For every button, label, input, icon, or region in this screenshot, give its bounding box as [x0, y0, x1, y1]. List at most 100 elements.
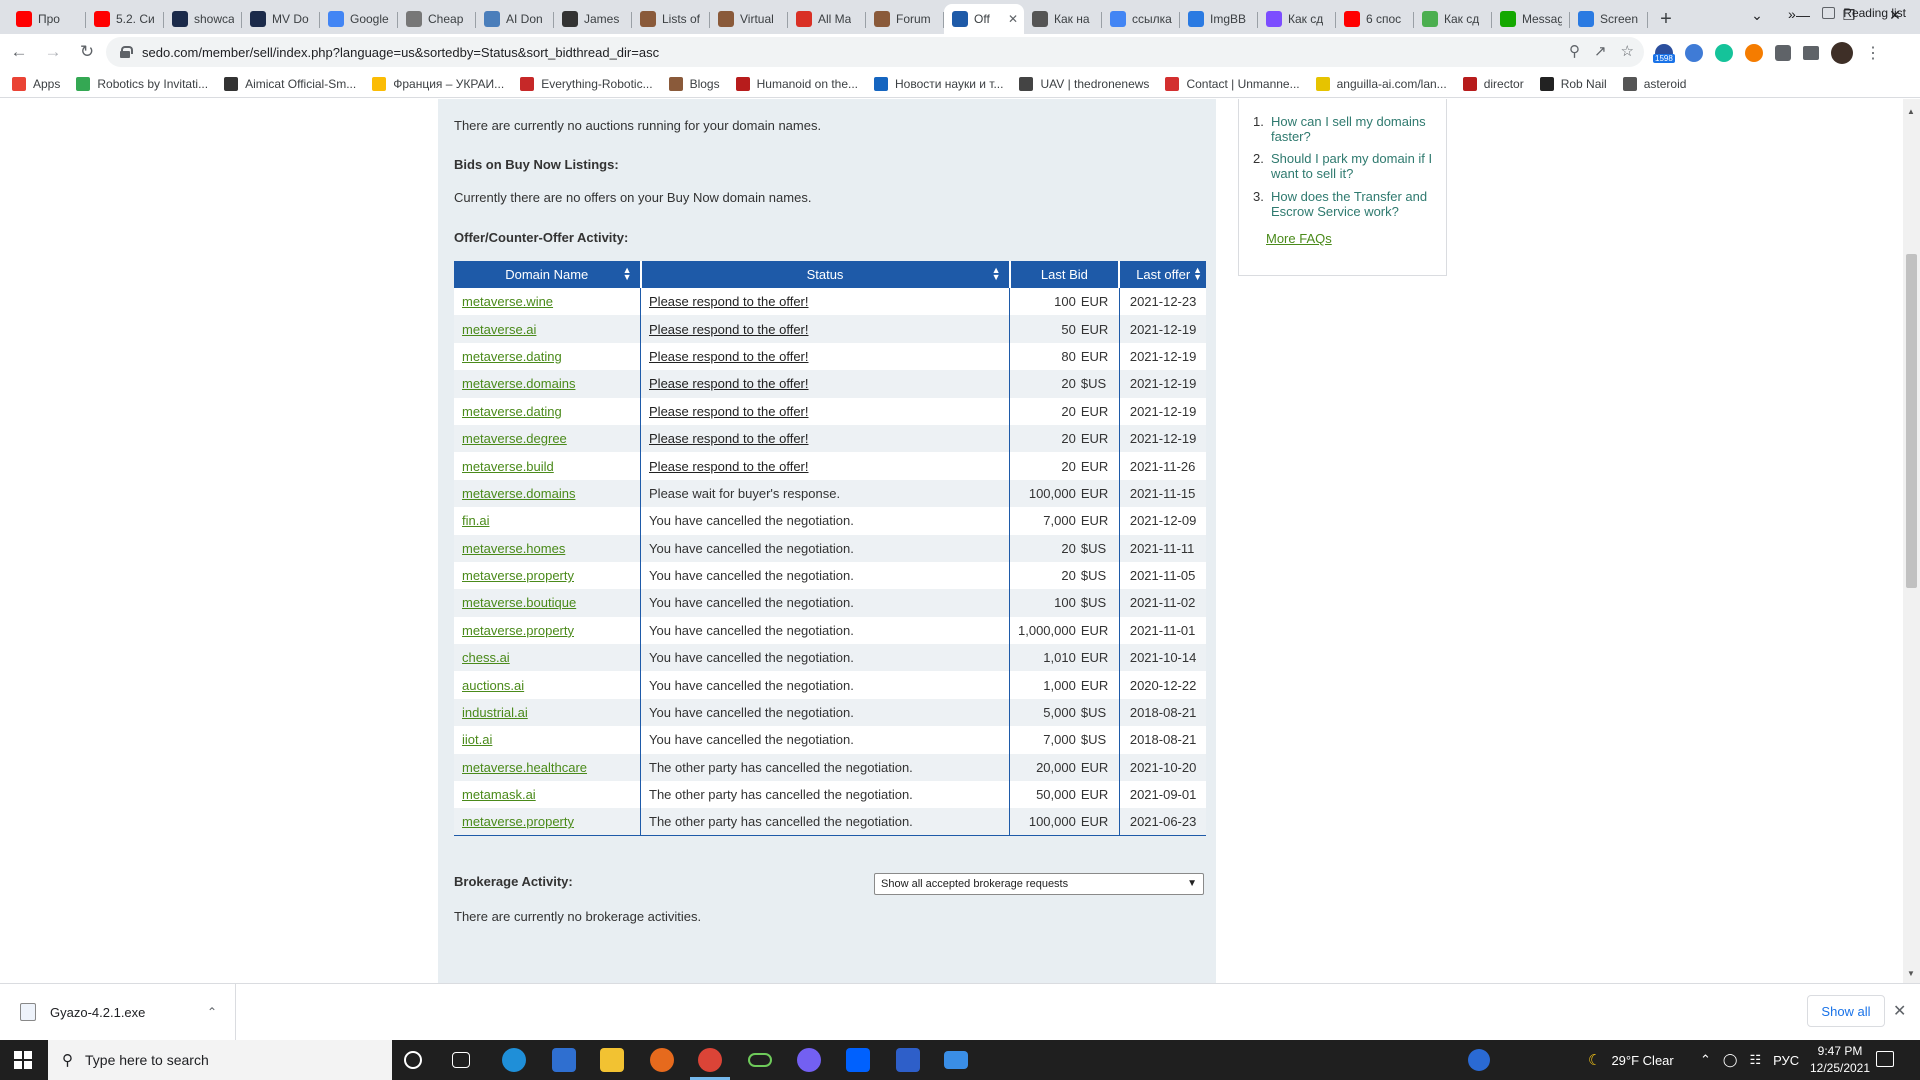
sort-icon[interactable]: ▲ ▼ — [1193, 266, 1202, 282]
bookmark-item[interactable]: Blogs — [668, 76, 720, 91]
browser-tab[interactable]: James — [554, 4, 632, 34]
browser-tab[interactable]: Cheap — [398, 4, 476, 34]
domain-link[interactable]: metamask.ai — [462, 787, 536, 802]
browser-tab[interactable]: Screen — [1570, 4, 1648, 34]
browser-tab[interactable]: 5.2. Си — [86, 4, 164, 34]
domain-link[interactable]: auctions.ai — [462, 678, 524, 693]
close-tab-icon[interactable]: ✕ — [1008, 12, 1018, 26]
share-icon[interactable]: ↗ — [1594, 42, 1607, 60]
browser-tab[interactable]: Как сд — [1414, 4, 1492, 34]
browser-tab[interactable]: Messag — [1492, 4, 1570, 34]
browser-tab[interactable]: ссылка — [1102, 4, 1180, 34]
browser-tab[interactable]: Off ✕ — [944, 4, 1024, 34]
grammarly-icon[interactable] — [1715, 44, 1733, 62]
faq-link[interactable]: Should I park my domain if I want to sel… — [1271, 151, 1443, 181]
domain-link[interactable]: metaverse.ai — [462, 322, 536, 337]
faq-link[interactable]: How can I sell my domains faster? — [1271, 114, 1443, 144]
bookmark-item[interactable]: Aimicat Official-Sm... — [224, 76, 356, 91]
extension-person-icon[interactable] — [1685, 44, 1703, 62]
faq-item-2[interactable]: 2. Should I park my domain if I want to s… — [1253, 151, 1443, 181]
domain-link[interactable]: metaverse.boutique — [462, 595, 576, 610]
bookmark-item[interactable]: UAV | thedronenews — [1019, 76, 1149, 91]
column-header-domain[interactable]: Domain Name ▲ ▼ — [454, 261, 642, 288]
wifi-icon[interactable]: ☷ — [1749, 1052, 1761, 1068]
column-header-last-bid[interactable]: Last Bid — [1009, 261, 1121, 288]
browser-tab[interactable]: showca — [164, 4, 242, 34]
faq-item-3[interactable]: 3. How does the Transfer and Escrow Servi… — [1253, 189, 1443, 219]
domain-link[interactable]: metaverse.dating — [462, 404, 562, 419]
domain-link[interactable]: metaverse.healthcare — [462, 760, 587, 775]
sort-icon[interactable]: ▲ ▼ — [992, 266, 1001, 282]
bookmark-item[interactable]: Robotics by Invitati... — [76, 76, 208, 91]
domain-link[interactable]: iiot.ai — [462, 732, 492, 747]
domain-link[interactable]: metaverse.homes — [462, 541, 565, 556]
reload-icon[interactable]: ↻ — [72, 37, 102, 67]
chevron-up-icon[interactable]: ⌃ — [207, 1005, 217, 1019]
bookmark-item[interactable]: Humanoid on the... — [735, 76, 858, 91]
domain-link[interactable]: metaverse.degree — [462, 431, 567, 446]
brokerage-filter-select[interactable]: Show all accepted brokerage requests ▼ — [874, 873, 1204, 895]
domain-link[interactable]: metaverse.property — [462, 623, 574, 638]
sort-icon[interactable]: ▲ ▼ — [623, 266, 632, 282]
respond-offer-link[interactable]: Please respond to the offer! — [649, 376, 808, 391]
zoom-icon[interactable]: ⚲ — [1569, 42, 1580, 60]
domain-link[interactable]: metaverse.wine — [462, 294, 553, 309]
bookmark-item[interactable]: Everything-Robotic... — [520, 76, 653, 91]
bookmark-item[interactable]: Rob Nail — [1539, 76, 1607, 91]
tab-search-icon[interactable]: ⌄ — [1734, 0, 1780, 30]
domain-link[interactable]: metaverse.domains — [462, 486, 575, 501]
domain-link[interactable]: metaverse.property — [462, 568, 574, 583]
respond-offer-link[interactable]: Please respond to the offer! — [649, 294, 808, 309]
profile-avatar[interactable] — [1831, 42, 1853, 64]
browser-tab[interactable]: MV Do — [242, 4, 320, 34]
domain-link[interactable]: industrial.ai — [462, 705, 528, 720]
cortana-icon[interactable] — [404, 1051, 422, 1069]
chrome-icon[interactable] — [698, 1048, 722, 1072]
close-icon[interactable]: ✕ — [1893, 1001, 1906, 1021]
browser-tab[interactable]: Как сд — [1258, 4, 1336, 34]
edge-icon[interactable] — [502, 1048, 526, 1072]
domain-link[interactable]: fin.ai — [462, 513, 489, 528]
browser-tab[interactable]: Про — [8, 4, 86, 34]
browser-tab[interactable]: Forum — [866, 4, 944, 34]
domain-link[interactable]: chess.ai — [462, 650, 510, 665]
weather-widget[interactable]: ☾ 29°F Clear — [1588, 1040, 1674, 1080]
notifications-icon[interactable] — [1876, 1051, 1894, 1067]
domain-link[interactable]: metaverse.domains — [462, 376, 575, 391]
faq-link[interactable]: How does the Transfer and Escrow Service… — [1271, 189, 1443, 219]
back-icon[interactable]: ← — [4, 37, 34, 67]
bookmark-item[interactable]: asteroid — [1622, 76, 1686, 91]
reading-list-button[interactable]: Reading list — [1822, 6, 1906, 20]
menu-kebab-icon[interactable]: ⋮ — [1865, 43, 1881, 63]
browser-tab[interactable]: ImgBB — [1180, 4, 1258, 34]
domain-link[interactable]: metaverse.property — [462, 814, 574, 829]
extension-badge-icon[interactable]: 1598 — [1653, 44, 1675, 63]
scroll-down-icon[interactable]: ▼ — [1907, 969, 1915, 978]
task-view-icon[interactable] — [452, 1052, 470, 1068]
taskbar-search[interactable]: ⚲ Type here to search — [48, 1040, 392, 1080]
tray-overflow-icon[interactable]: ⌃ — [1700, 1052, 1711, 1068]
firefox-icon[interactable] — [650, 1048, 674, 1072]
address-bar[interactable]: sedo.com/member/sell/index.php?language=… — [106, 37, 1644, 67]
window-app-icon[interactable] — [944, 1051, 968, 1069]
scrollbar-thumb[interactable] — [1906, 254, 1917, 588]
browser-tab[interactable]: Как на — [1024, 4, 1102, 34]
windows-start-icon[interactable] — [14, 1051, 32, 1069]
bookmarks-overflow-icon[interactable]: » — [1788, 6, 1796, 22]
store-icon[interactable] — [552, 1048, 576, 1072]
respond-offer-link[interactable]: Please respond to the offer! — [649, 459, 808, 474]
page-scrollbar[interactable]: ▲ ▼ — [1903, 99, 1920, 983]
extension-orange-icon[interactable] — [1745, 44, 1763, 62]
new-tab-button[interactable]: + — [1648, 4, 1684, 34]
column-header-last-offer[interactable]: Last offer ▲ ▼ — [1119, 261, 1206, 288]
file-explorer-icon[interactable] — [600, 1048, 624, 1072]
browser-tab[interactable]: Google — [320, 4, 398, 34]
dropbox-icon[interactable] — [846, 1048, 870, 1072]
infinity-app-icon[interactable] — [748, 1053, 772, 1067]
browser-tab[interactable]: All Ma — [788, 4, 866, 34]
clock[interactable]: 9:47 PM 12/25/2021 — [1795, 1043, 1885, 1077]
respond-offer-link[interactable]: Please respond to the offer! — [649, 404, 808, 419]
domain-link[interactable]: metaverse.dating — [462, 349, 562, 364]
respond-offer-link[interactable]: Please respond to the offer! — [649, 322, 808, 337]
extensions-puzzle-icon[interactable] — [1775, 45, 1791, 61]
